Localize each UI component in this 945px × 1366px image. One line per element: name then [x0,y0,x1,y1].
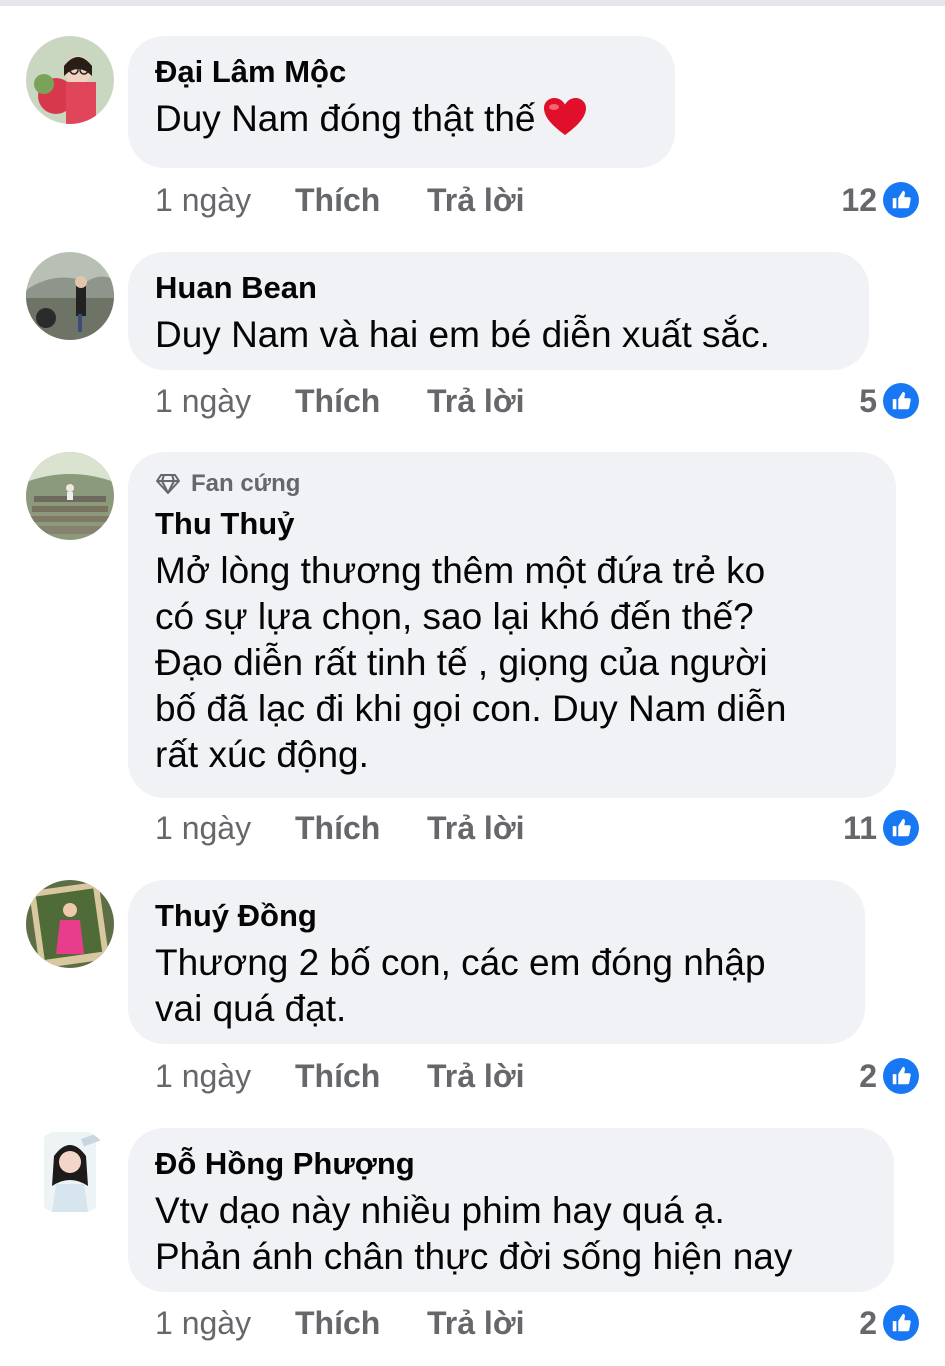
thumbs-up-icon [883,1305,919,1341]
thumbs-up-icon [883,182,919,218]
comment-time[interactable]: 1 ngày [155,810,295,847]
avatar[interactable] [26,252,114,340]
comment-author[interactable]: Đỗ Hồng Phượng [155,1146,866,1182]
comment-actions: 1 ngày Thích Trả lời [155,381,524,421]
comment-author[interactable]: Thu Thuỷ [155,506,868,542]
comment-time[interactable]: 1 ngày [155,383,295,420]
comment-bubble: Đỗ Hồng Phượng Vtv dạo này nhiều phim ha… [128,1128,894,1292]
reaction-count-value: 2 [859,1304,877,1341]
comment-actions: 1 ngày Thích Trả lời [155,1056,524,1096]
like-button[interactable]: Thích [295,810,427,847]
reaction-count[interactable]: 5 [859,381,919,421]
comment-actions: 1 ngày Thích Trả lời [155,808,524,848]
like-button[interactable]: Thích [295,383,427,420]
comment-text-line: bố đã lạc đi khi gọi con. Duy Nam diễn [155,688,787,729]
comment-text-content: Duy Nam đóng thật thế [155,98,536,139]
thumbs-up-icon [883,383,919,419]
comment-text-line: vai quá đạt. [155,988,347,1029]
reply-button[interactable]: Trả lời [427,1305,524,1342]
reaction-count-value: 2 [859,1057,877,1094]
comment-bubble: Huan Bean Duy Nam và hai em bé diễn xuất… [128,252,869,370]
like-button[interactable]: Thích [295,1058,427,1095]
avatar[interactable] [26,452,114,540]
comment-text-line: Vtv dạo này nhiều phim hay quá ạ. [155,1190,725,1231]
thumbs-up-icon [883,810,919,846]
reply-button[interactable]: Trả lời [427,383,524,420]
avatar[interactable] [26,36,114,124]
comment-text-line: Mở lòng thương thêm một đứa trẻ ko [155,550,766,591]
comment-text-line: Thương 2 bố con, các em đóng nhập [155,942,766,983]
reaction-count[interactable]: 11 [843,808,919,848]
comment-time[interactable]: 1 ngày [155,1058,295,1095]
reaction-count[interactable]: 2 [859,1056,919,1096]
reply-button[interactable]: Trả lời [427,810,524,847]
comment-actions: 1 ngày Thích Trả lời [155,1303,524,1343]
reaction-count-value: 12 [841,181,877,218]
heart-emoji-icon [543,98,586,135]
like-button[interactable]: Thích [295,1305,427,1342]
comment-author[interactable]: Huan Bean [155,270,841,306]
comment-author[interactable]: Thuý Đồng [155,898,837,934]
comment-text-line: Đạo diễn rất tinh tế , giọng của người [155,642,768,683]
comment-bubble: Đại Lâm Mộc Duy Nam đóng thật thế [128,36,675,168]
comment-text: Vtv dạo này nhiều phim hay quá ạ. Phản á… [155,1188,866,1280]
comment-text: Duy Nam và hai em bé diễn xuất sắc. [155,314,770,355]
avatar[interactable] [26,880,114,968]
top-divider [0,0,945,6]
avatar[interactable] [26,1128,114,1216]
comment-text: Thương 2 bố con, các em đóng nhập vai qu… [155,940,837,1032]
comment-text: Mở lòng thương thêm một đứa trẻ ko có sự… [155,548,868,778]
reply-button[interactable]: Trả lời [427,1058,524,1095]
comment-time[interactable]: 1 ngày [155,1305,295,1342]
reaction-count[interactable]: 2 [859,1303,919,1343]
reply-button[interactable]: Trả lời [427,182,524,219]
top-fan-badge: Fan cứng [155,468,868,500]
comment-text: Duy Nam đóng thật thế [155,96,647,142]
comment-text-line: Phản ánh chân thực đời sống hiện nay [155,1236,793,1277]
thumbs-up-icon [883,1058,919,1094]
diamond-icon [156,474,180,494]
comment-author[interactable]: Đại Lâm Mộc [155,54,647,90]
comment-text-line: có sự lựa chọn, sao lại khó đến thế? [155,596,754,637]
comment-text-line: rất xúc động. [155,734,369,775]
reaction-count-value: 5 [859,382,877,419]
comment-actions: 1 ngày Thích Trả lời [155,180,524,220]
badge-label: Fan cứng [191,470,301,497]
comment-time[interactable]: 1 ngày [155,182,295,219]
reaction-count-value: 11 [843,809,877,846]
comment-bubble: Fan cứng Thu Thuỷ Mở lòng thương thêm mộ… [128,452,896,798]
like-button[interactable]: Thích [295,182,427,219]
reaction-count[interactable]: 12 [841,180,919,220]
comment-bubble: Thuý Đồng Thương 2 bố con, các em đóng n… [128,880,865,1044]
